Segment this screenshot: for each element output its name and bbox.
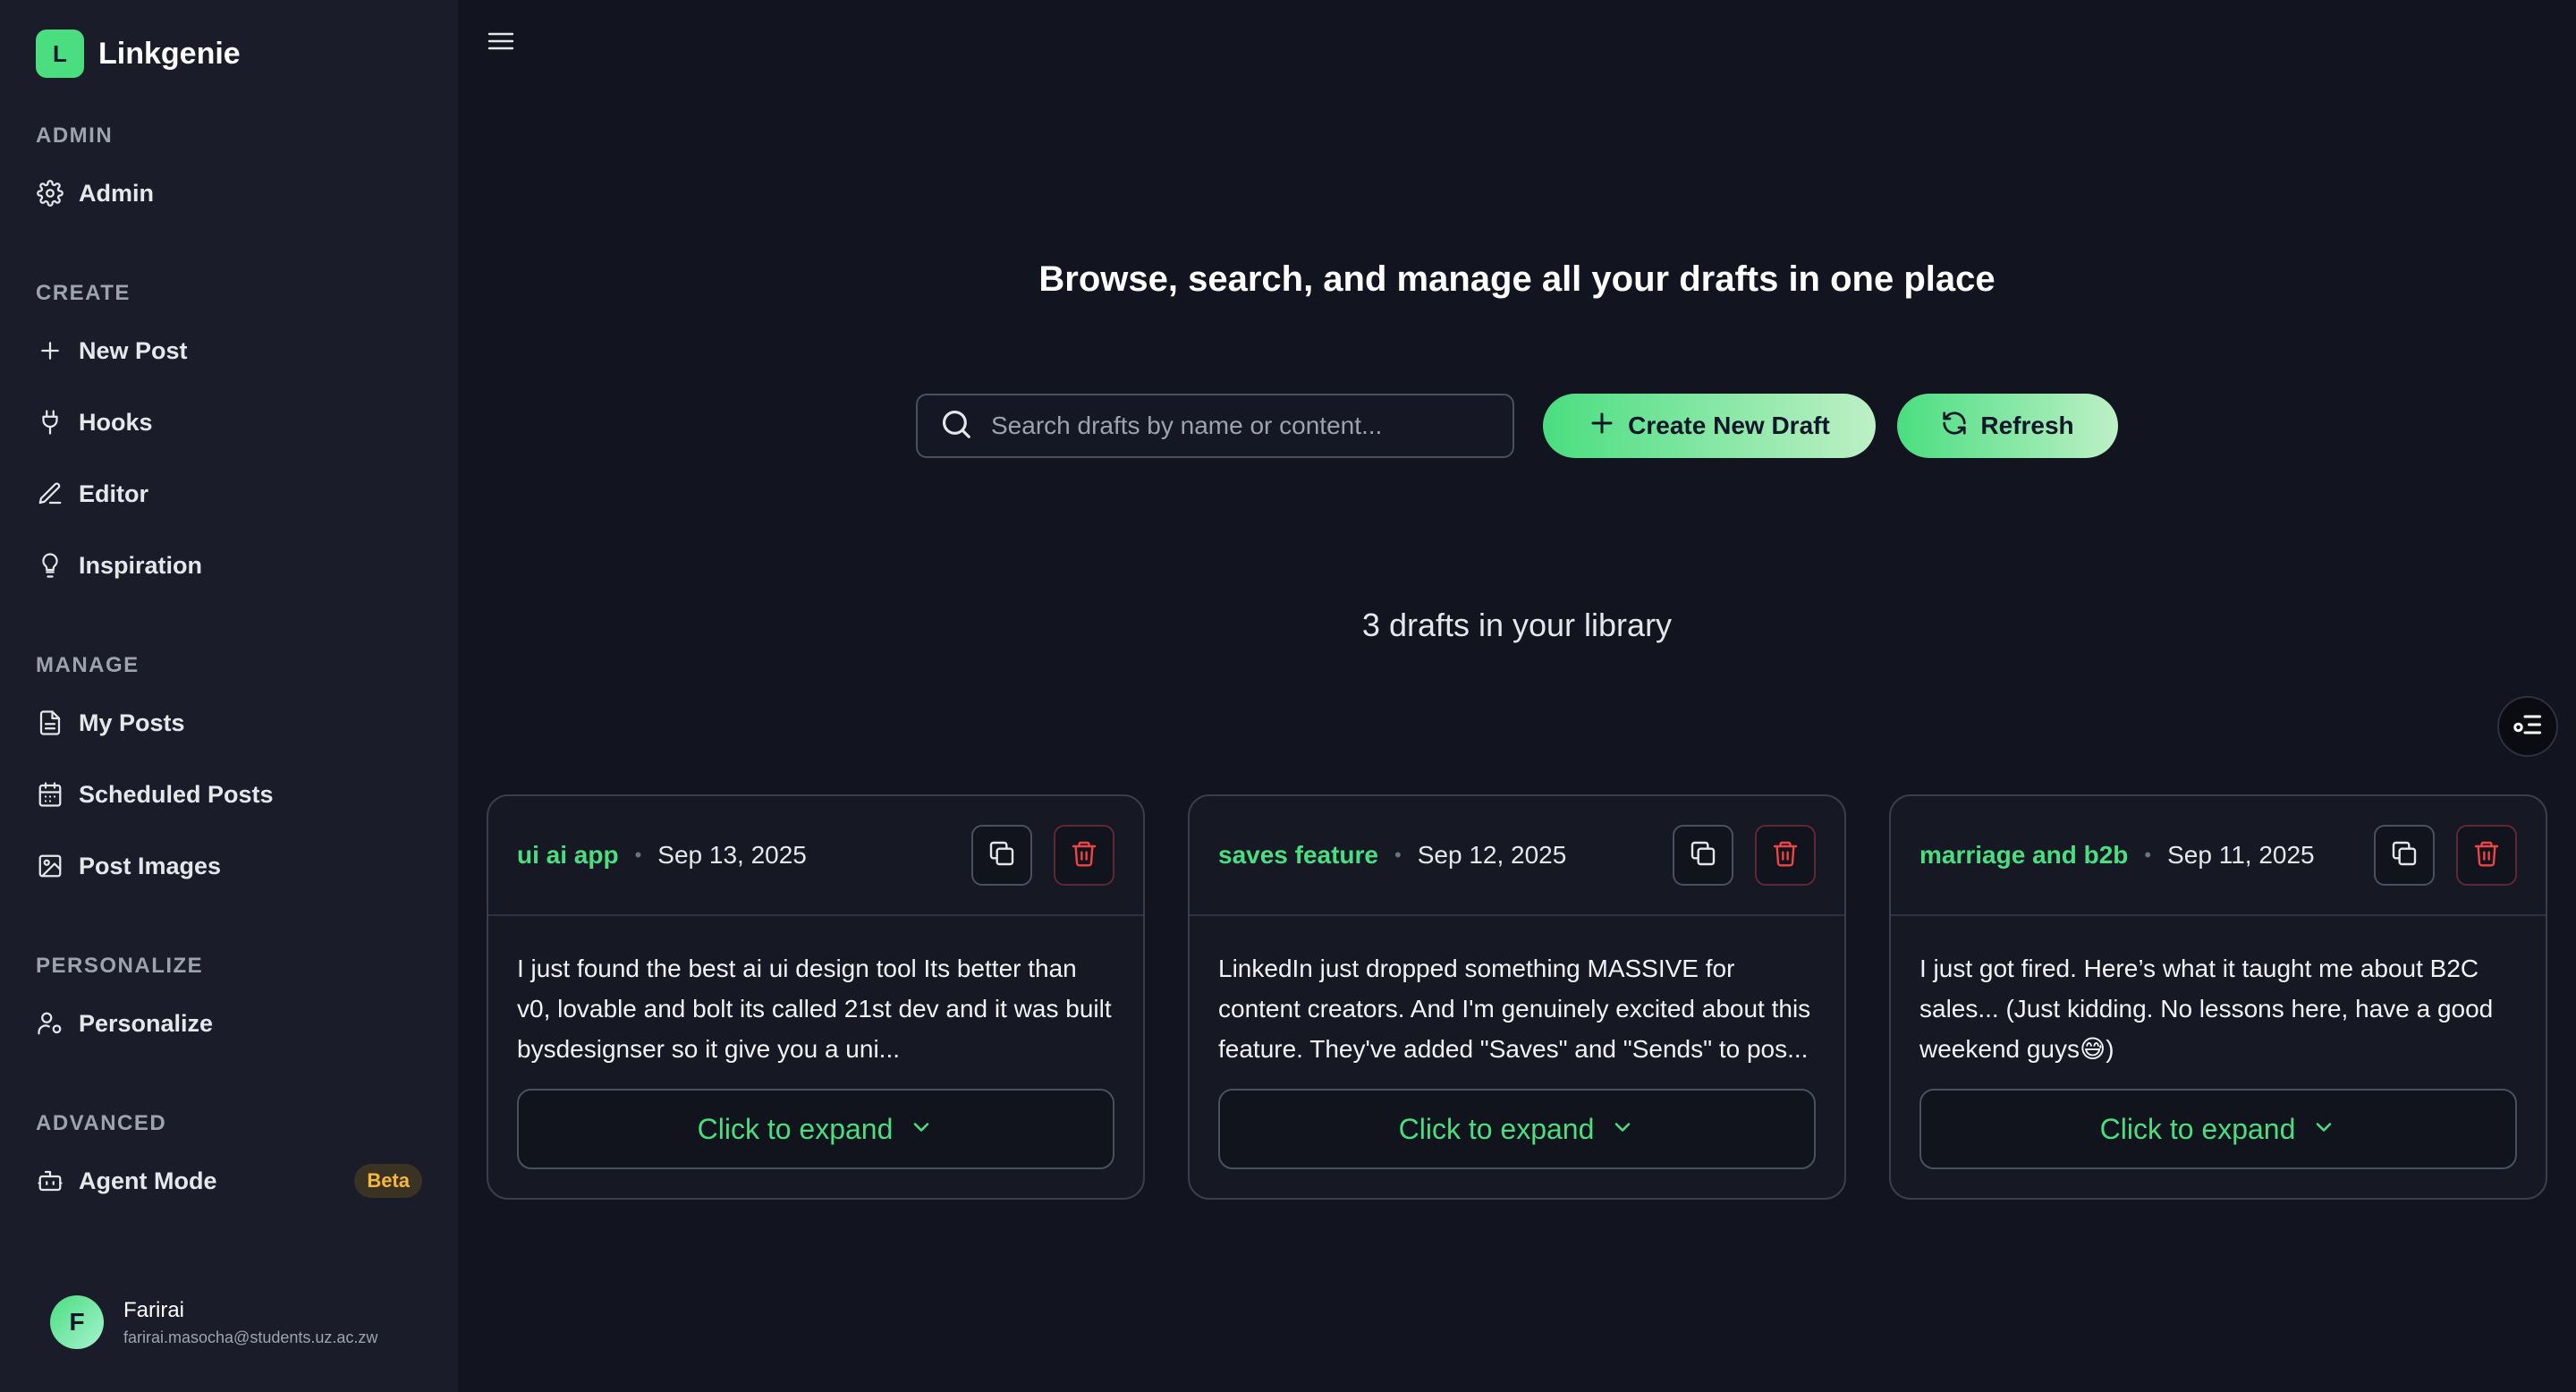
- sidebar-item-label: Scheduled Posts: [79, 780, 274, 808]
- chevron-down-icon: [1594, 1115, 1635, 1144]
- copy-icon: [2390, 839, 2419, 872]
- sidebar-item-my-posts[interactable]: My Posts: [36, 698, 422, 748]
- sidebar-item-personalize[interactable]: Personalize: [36, 998, 422, 1048]
- delete-button[interactable]: [1054, 825, 1114, 886]
- user-name: Farirai: [123, 1297, 185, 1322]
- draft-card: saves feature • Sep 12, 2025 LinkedIn ju…: [1188, 794, 1846, 1200]
- trash-icon: [1771, 839, 1800, 872]
- copy-icon: [987, 839, 1016, 872]
- search-box: [916, 394, 1514, 458]
- filter-toggle-button[interactable]: [2497, 696, 2558, 757]
- chevron-down-icon: [893, 1115, 934, 1144]
- plus-icon: [1589, 410, 1628, 443]
- sidebar-item-agent-mode[interactable]: Agent Mode Beta: [36, 1156, 422, 1206]
- expand-label: Click to expand: [697, 1112, 894, 1145]
- separator-dot: •: [2144, 844, 2152, 866]
- draft-date: Sep 12, 2025: [1417, 841, 1567, 869]
- copy-button[interactable]: [2374, 825, 2435, 886]
- trash-icon: [2472, 839, 2501, 872]
- expand-label: Click to expand: [2099, 1112, 2296, 1145]
- draft-preview: LinkedIn just dropped something MASSIVE …: [1218, 955, 1811, 1063]
- sidebar-item-label: Post Images: [79, 852, 222, 879]
- draft-name[interactable]: marriage and b2b: [1919, 841, 2128, 870]
- calendar-icon: [36, 780, 64, 809]
- draft-card-header: ui ai app • Sep 13, 2025: [488, 796, 1143, 916]
- refresh-label: Refresh: [1980, 412, 2074, 439]
- section-title-manage: MANAGE: [36, 653, 140, 677]
- draft-preview: I just found the best ai ui design tool …: [517, 955, 1112, 1063]
- chevron-down-icon: [2295, 1115, 2336, 1144]
- create-new-draft-button[interactable]: Create New Draft: [1543, 394, 1876, 458]
- sidebar-item-label: New Post: [79, 336, 188, 364]
- user-email: farirai.masocha@students.uz.ac.zw: [123, 1328, 378, 1346]
- hook-icon: [36, 408, 64, 437]
- menu-toggle-button[interactable]: [483, 27, 519, 59]
- expand-button[interactable]: Click to expand: [1919, 1089, 2517, 1169]
- user-settings-icon: [36, 1009, 64, 1038]
- refresh-icon: [1941, 410, 1980, 443]
- user-profile[interactable]: F Farirai farirai.masocha@students.uz.ac…: [50, 1295, 377, 1349]
- section-title-advanced: ADVANCED: [36, 1111, 167, 1135]
- draft-count: 3 drafts in your library: [1361, 607, 1673, 643]
- section-title-admin: ADMIN: [36, 123, 114, 148]
- sidebar-item-label: Editor: [79, 480, 148, 507]
- draft-date: Sep 13, 2025: [657, 841, 807, 869]
- section-title-create: CREATE: [36, 281, 131, 305]
- draft-card: ui ai app • Sep 13, 2025 I just found th…: [487, 794, 1145, 1200]
- pen-icon: [36, 480, 64, 508]
- document-icon: [36, 709, 64, 737]
- brand[interactable]: L Linkgenie: [36, 29, 241, 79]
- sidebar-item-scheduled-posts[interactable]: Scheduled Posts: [36, 769, 422, 819]
- draft-card: marriage and b2b • Sep 11, 2025 I just g…: [1889, 794, 2547, 1200]
- refresh-button[interactable]: Refresh: [1897, 394, 2118, 458]
- sidebar-item-hooks[interactable]: Hooks: [36, 397, 422, 447]
- avatar: F: [50, 1295, 104, 1349]
- brand-logo: L: [36, 30, 84, 78]
- sidebar-item-label: Inspiration: [79, 551, 203, 579]
- sidebar-item-inspiration[interactable]: Inspiration: [36, 540, 422, 590]
- separator-dot: •: [1394, 844, 1402, 866]
- draft-card-header: marriage and b2b • Sep 11, 2025: [1891, 796, 2546, 916]
- sidebar-item-editor[interactable]: Editor: [36, 469, 422, 519]
- search-icon: [939, 407, 973, 446]
- delete-button[interactable]: [2456, 825, 2517, 886]
- page-heading: Browse, search, and manage all your draf…: [1038, 259, 1996, 299]
- copy-button[interactable]: [971, 825, 1032, 886]
- sidebar-item-label: My Posts: [79, 709, 185, 736]
- search-input[interactable]: [991, 412, 1492, 440]
- expand-button[interactable]: Click to expand: [517, 1089, 1114, 1169]
- expand-label: Click to expand: [1398, 1112, 1595, 1145]
- plus-icon: [36, 336, 64, 365]
- beta-badge: Beta: [354, 1164, 422, 1198]
- draft-name[interactable]: saves feature: [1218, 841, 1378, 870]
- sidebar: L Linkgenie ADMIN Admin CREATE New Post …: [0, 0, 458, 1392]
- brand-name: Linkgenie: [98, 36, 241, 71]
- filter-icon: [2512, 709, 2544, 745]
- draft-preview: I just got fired. Here’s what it taught …: [1919, 955, 2494, 1063]
- expand-button[interactable]: Click to expand: [1218, 1089, 1816, 1169]
- copy-button[interactable]: [1673, 825, 1733, 886]
- delete-button[interactable]: [1755, 825, 1816, 886]
- draft-date: Sep 11, 2025: [2167, 841, 2315, 869]
- separator-dot: •: [634, 844, 642, 866]
- sidebar-item-new-post[interactable]: New Post: [36, 326, 422, 376]
- copy-icon: [1689, 839, 1717, 872]
- hamburger-icon: [487, 30, 514, 56]
- draft-card-header: saves feature • Sep 12, 2025: [1190, 796, 1844, 916]
- create-new-draft-label: Create New Draft: [1628, 412, 1830, 439]
- sidebar-item-label: Personalize: [79, 1009, 214, 1037]
- sidebar-item-label: Admin: [79, 179, 154, 207]
- gear-icon: [36, 179, 64, 208]
- sidebar-item-admin[interactable]: Admin: [36, 168, 422, 218]
- sidebar-item-post-images[interactable]: Post Images: [36, 841, 422, 891]
- trash-icon: [1070, 839, 1098, 872]
- sidebar-item-label: Agent Mode: [79, 1167, 217, 1194]
- lightbulb-icon: [36, 551, 64, 580]
- draft-name[interactable]: ui ai app: [517, 841, 619, 870]
- section-title-personalize: PERSONALIZE: [36, 954, 204, 978]
- image-icon: [36, 852, 64, 880]
- robot-icon: [36, 1167, 64, 1195]
- sidebar-item-label: Hooks: [79, 408, 153, 436]
